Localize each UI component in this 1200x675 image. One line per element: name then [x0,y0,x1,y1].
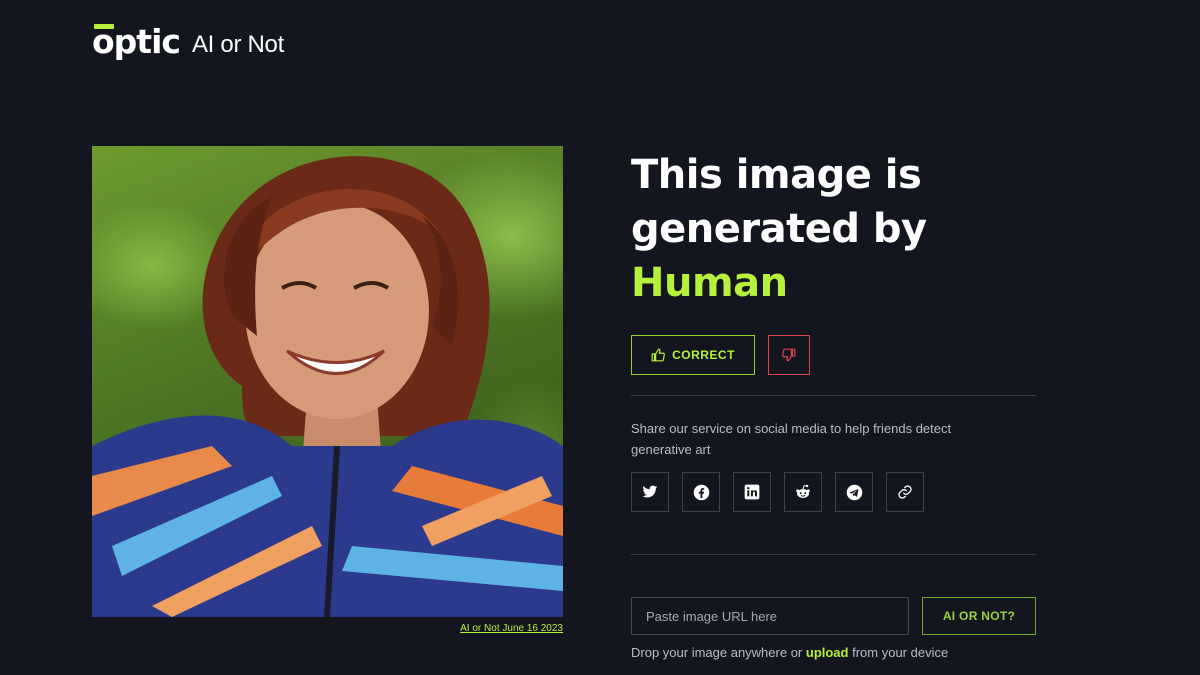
twitter-icon [642,485,658,498]
feedback-row: CORRECT [631,335,810,375]
result-headline: This image is generated by Human [631,148,1051,310]
divider [631,554,1036,555]
analyzed-image [92,146,563,617]
correct-button[interactable]: CORRECT [631,335,755,375]
headline-prefix: This image is generated by [631,152,927,252]
share-linkedin-button[interactable] [733,472,771,512]
correct-label: CORRECT [672,348,735,362]
thumbs-up-icon [651,348,665,362]
image-caption-link[interactable]: AI or Not June 16 2023 [460,623,563,634]
ai-or-not-submit-button[interactable]: AI OR NOT? [922,597,1036,635]
drop-hint-prefix: Drop your image anywhere or [631,645,803,660]
share-description: Share our service on social media to hel… [631,421,952,457]
product-name: AI or Not [191,31,284,58]
brand-header: optic AI or Not [92,22,284,62]
share-twitter-button[interactable] [631,472,669,512]
link-icon [898,485,912,499]
divider [631,395,1036,396]
copy-link-button[interactable] [886,472,924,512]
portrait-illustration [92,156,563,617]
drop-hint: Drop your image anywhere or upload from … [631,645,948,660]
incorrect-button[interactable] [768,335,810,375]
telegram-icon [846,484,862,500]
page: optic AI or Not AI or Not June 16 2023 T… [0,0,1200,675]
social-share-row [631,472,924,512]
facebook-icon [693,484,709,500]
optic-logo[interactable]: optic [92,22,181,62]
verdict-label: Human [631,260,788,306]
linkedin-icon [744,484,760,500]
reddit-icon [796,484,810,498]
share-telegram-button[interactable] [835,472,873,512]
upload-link[interactable]: upload [806,645,849,660]
image-url-input[interactable] [631,597,909,635]
share-reddit-button[interactable] [784,472,822,512]
logo-accent-bar [94,24,114,29]
share-facebook-button[interactable] [682,472,720,512]
thumbs-down-icon [782,348,796,362]
drop-hint-suffix: from your device [852,645,949,660]
